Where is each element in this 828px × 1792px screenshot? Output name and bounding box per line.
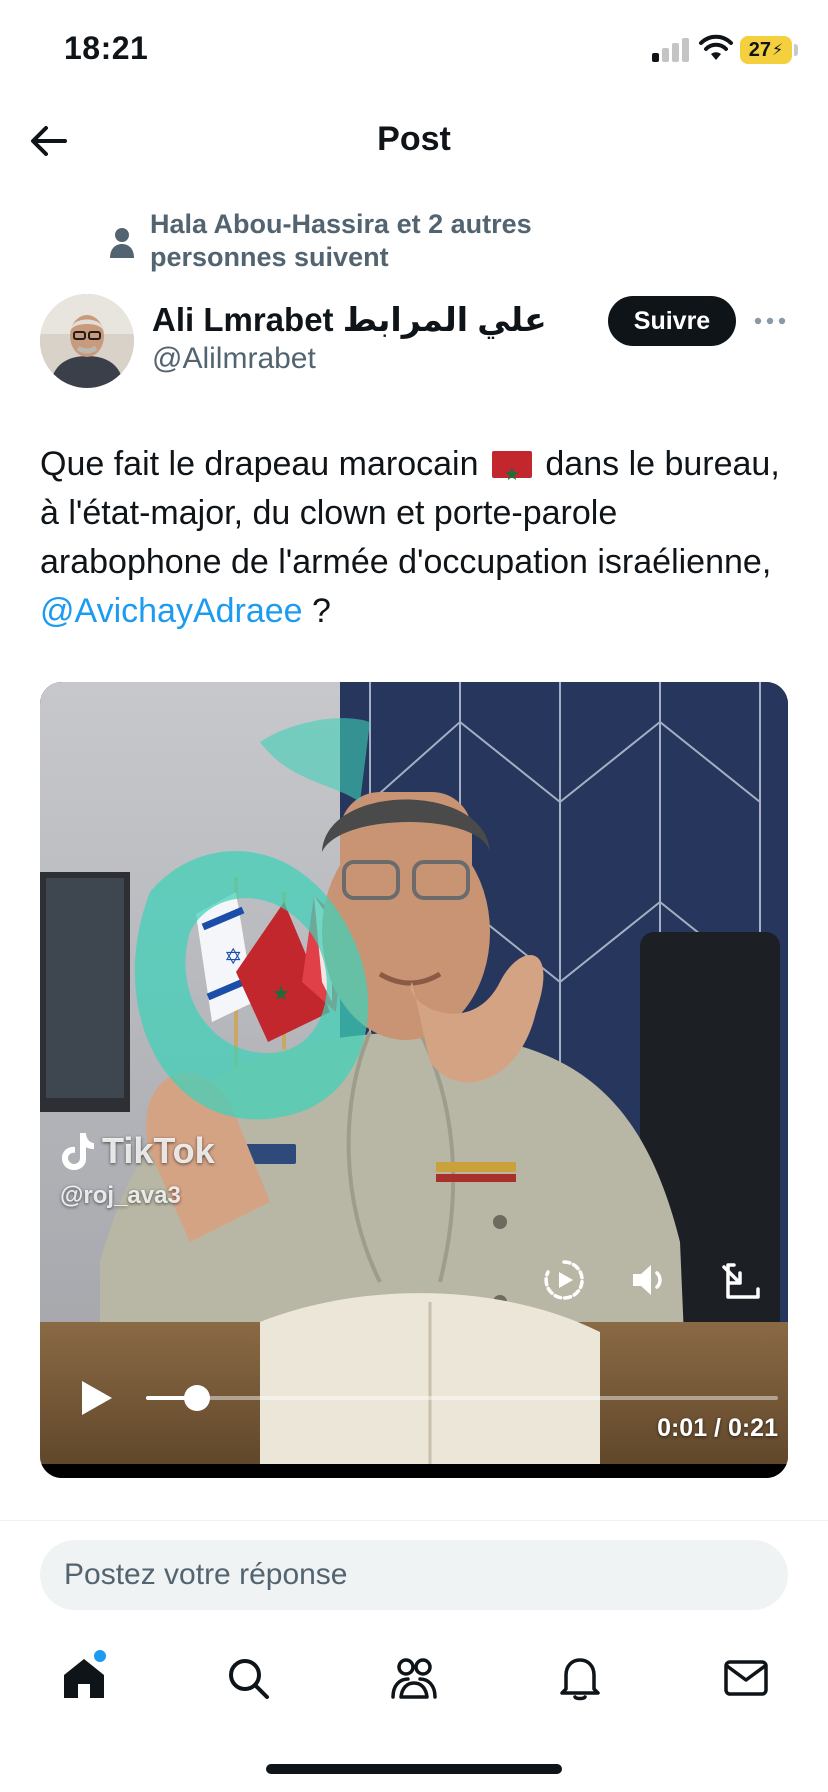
video-progress-bar[interactable]	[146, 1385, 778, 1411]
tab-notifications[interactable]	[550, 1648, 610, 1708]
social-context-text: Hala Abou-Hassira et 2 autres personnes …	[150, 209, 532, 272]
author-handle[interactable]: @Alilmrabet	[152, 342, 316, 376]
svg-text:★: ★	[272, 981, 290, 1005]
fullscreen-button[interactable]	[718, 1256, 766, 1304]
morocco-flag-icon	[491, 450, 532, 499]
notifications-icon	[560, 1658, 600, 1701]
avatar-image	[40, 294, 134, 388]
volume-icon	[633, 1265, 662, 1295]
replay-speed-icon	[544, 1260, 584, 1300]
tweet-text: Que fait le drapeau marocain dans le bur…	[40, 440, 790, 636]
tweet-text-part1: Que fait le drapeau marocain	[40, 445, 479, 483]
more-horizontal-icon	[754, 317, 786, 325]
play-icon	[82, 1381, 112, 1415]
battery-tip	[794, 44, 798, 56]
author-name[interactable]: Ali Lmrabet علي المرابط	[152, 300, 547, 339]
reply-input[interactable]: Postez votre réponse	[40, 1540, 788, 1610]
tiktok-logo: TikTok	[60, 1130, 215, 1172]
messages-icon	[724, 1660, 768, 1696]
tweet-text-end: ?	[312, 592, 331, 630]
svg-text:✡: ✡	[224, 945, 242, 970]
tiktok-brand: TikTok	[102, 1130, 215, 1171]
replay-speed-button[interactable]	[540, 1256, 588, 1304]
tiktok-username: @roj_ava3	[60, 1182, 181, 1209]
video-player[interactable]: ✡ ★ TikTok @roj_ava3 0:01 / 0:21	[40, 682, 788, 1478]
more-options-button[interactable]	[752, 304, 788, 338]
tab-search[interactable]	[218, 1648, 278, 1708]
volume-button[interactable]	[626, 1256, 674, 1304]
follow-button[interactable]: Suivre	[608, 296, 736, 346]
fullscreen-icon	[722, 1263, 760, 1299]
tab-communities[interactable]	[384, 1648, 444, 1708]
communities-icon	[391, 1658, 437, 1699]
search-icon	[229, 1659, 269, 1699]
signal-icon	[652, 38, 692, 62]
avatar[interactable]	[40, 294, 134, 388]
tab-messages[interactable]	[716, 1648, 776, 1708]
divider	[0, 1520, 828, 1521]
home-notification-dot	[94, 1650, 106, 1662]
video-scrubber[interactable]	[183, 1385, 210, 1411]
page-title: Post	[377, 120, 451, 158]
tab-home[interactable]	[54, 1648, 114, 1708]
home-indicator	[266, 1764, 562, 1774]
video-time: 0:01 / 0:21	[657, 1414, 778, 1442]
video-bottom-edge	[40, 1464, 788, 1478]
tab-bar	[0, 1640, 828, 1720]
battery-icon: 27 ⚡	[740, 36, 792, 64]
battery-level: 27	[748, 38, 771, 61]
status-bar: 18:21 27 ⚡	[0, 0, 828, 100]
wifi-icon	[699, 34, 733, 60]
play-button[interactable]	[72, 1374, 120, 1422]
person-icon	[110, 228, 134, 258]
video-frame: ✡ ★	[40, 682, 788, 1478]
mention-link[interactable]: @AvichayAdraee	[40, 592, 303, 630]
top-nav: Post	[0, 100, 828, 180]
tiktok-watermark: TikTok @roj_ava3	[60, 1130, 215, 1210]
tiktok-icon	[62, 1133, 94, 1170]
status-time: 18:21	[64, 30, 149, 66]
